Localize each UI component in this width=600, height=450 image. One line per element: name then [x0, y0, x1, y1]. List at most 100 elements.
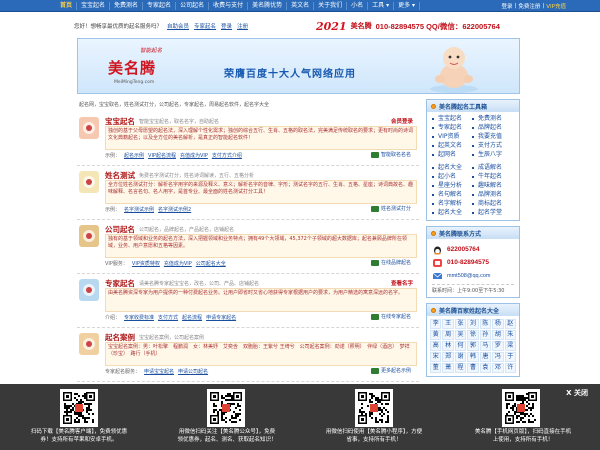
toolbox-link[interactable]: VIP资质	[432, 133, 475, 141]
surname-link[interactable]: 徐	[467, 330, 479, 340]
contact-phone[interactable]: 010-82894575	[432, 256, 514, 269]
nav-item-6[interactable]: 美名腾优势	[248, 2, 288, 10]
service-link[interactable]: 名字测试示例	[124, 206, 154, 213]
toolbox-link[interactable]: 商标起名	[472, 200, 515, 208]
toolbox-link[interactable]: 起英文名	[432, 142, 475, 150]
overlay-close-button[interactable]: X 关闭	[566, 388, 588, 398]
toolbox-link[interactable]: 品牌起名	[472, 124, 515, 132]
nav-item-0[interactable]: 首页	[56, 2, 78, 10]
toolbox-link[interactable]: 我要充值	[472, 133, 515, 141]
service-link[interactable]: 支付方式	[158, 314, 178, 321]
surname-link[interactable]: 杨	[492, 319, 504, 329]
surname-link[interactable]: 胡	[492, 330, 504, 340]
service-go-button[interactable]: 在线品牌起名	[370, 259, 411, 266]
surname-link[interactable]: 程	[454, 363, 467, 373]
surname-link[interactable]: 袁	[479, 363, 492, 373]
surname-link[interactable]: 黄	[430, 330, 442, 340]
surname-link[interactable]: 刘	[467, 319, 479, 329]
surname-link[interactable]: 马	[479, 341, 492, 351]
nav-item-2[interactable]: 免费测名	[110, 2, 144, 10]
service-link[interactable]: 公司起名大全	[196, 260, 226, 267]
nav-item-5[interactable]: 收费与支付	[209, 2, 249, 10]
nav-item-11[interactable]: 更多 ▾	[394, 2, 420, 10]
toolbox-link[interactable]: 起名大全	[432, 164, 475, 172]
surname-link[interactable]: 唐	[479, 352, 492, 362]
service-link[interactable]: VIP起名流程	[148, 152, 176, 159]
service-action-link[interactable]: 会员登录	[391, 117, 413, 125]
welcome-login-link[interactable]: 登录	[221, 22, 232, 30]
surname-link[interactable]: 郑	[442, 352, 454, 362]
surname-link[interactable]: 冯	[492, 352, 504, 362]
service-link[interactable]: 充值成为VIP	[164, 260, 192, 267]
surname-link[interactable]: 李	[430, 319, 442, 329]
surname-link[interactable]: 王	[442, 319, 454, 329]
service-link[interactable]: 名字测试示例2	[158, 206, 191, 213]
toolbox-link[interactable]: 免费测名	[472, 115, 515, 123]
service-link[interactable]: 专家收费标准	[124, 314, 154, 321]
expert-naming-link[interactable]: 专家起名	[194, 22, 216, 30]
service-link[interactable]: 起名流程	[182, 314, 202, 321]
toolbox-link[interactable]: 起名大全	[432, 209, 475, 217]
service-icon[interactable]	[79, 171, 99, 193]
vip-recharge-link[interactable]: VIP充值	[546, 2, 566, 10]
nav-item-4[interactable]: 公司起名	[176, 2, 210, 10]
contact-email[interactable]: mmt508@qq.com	[432, 269, 514, 282]
service-icon[interactable]	[79, 225, 99, 247]
toolbox-link[interactable]: 起网名	[432, 151, 475, 159]
service-go-button[interactable]: 智能取名名名	[370, 151, 411, 158]
service-link[interactable]: 起名示例	[124, 152, 144, 159]
nav-item-3[interactable]: 专家起名	[143, 2, 177, 10]
toolbox-link[interactable]: 成语解名	[472, 164, 515, 172]
hero-banner[interactable]: 智能起名 美名腾 MeiMingTeng.com 荣膺百度十大人气网络应用	[77, 38, 520, 94]
toolbox-link[interactable]: 宝宝起名	[432, 115, 475, 123]
service-icon[interactable]	[79, 117, 99, 139]
surname-link[interactable]: 韩	[467, 352, 479, 362]
contact-qq[interactable]: 622005764	[432, 243, 514, 256]
surname-link[interactable]: 高	[430, 341, 442, 351]
self-service-member-link[interactable]: 自助会员	[167, 22, 189, 30]
toolbox-link[interactable]: 牛年起名	[472, 173, 515, 181]
service-link[interactable]: VIP资质特权	[132, 260, 160, 267]
service-link[interactable]: 申请宝宝起名	[144, 368, 174, 375]
toolbox-link[interactable]: 专家起名	[432, 124, 475, 132]
nav-item-9[interactable]: 小名	[347, 2, 369, 10]
nav-item-7[interactable]: 英文名	[287, 2, 315, 10]
surname-link[interactable]: 罗	[492, 341, 504, 351]
site-logo[interactable]: 智能起名 美名腾 MeiMingTeng.com	[108, 45, 198, 89]
service-link[interactable]: 申请公司起名	[178, 368, 208, 375]
service-icon[interactable]	[79, 333, 99, 355]
surname-link[interactable]: 于	[504, 352, 516, 362]
surname-link[interactable]: 梁	[504, 341, 516, 351]
toolbox-link[interactable]: 起小名	[432, 173, 475, 181]
service-go-button[interactable]: 姓名测试打分	[370, 205, 411, 212]
surname-link[interactable]: 宋	[430, 352, 442, 362]
surname-link[interactable]: 董	[430, 363, 442, 373]
toolbox-link[interactable]: 生辰八字	[472, 151, 515, 159]
surname-link[interactable]: 曹	[467, 363, 479, 373]
surname-link[interactable]: 郭	[467, 341, 479, 351]
surname-link[interactable]: 谢	[454, 352, 467, 362]
service-go-button[interactable]: 更多起名示例	[370, 367, 411, 374]
service-go-button[interactable]: 在线专家起名	[370, 313, 411, 320]
service-action-link[interactable]: 查看名字	[391, 279, 413, 287]
surname-link[interactable]: 周	[442, 330, 454, 340]
surname-link[interactable]: 孙	[479, 330, 492, 340]
service-link[interactable]: 申请专家起名	[206, 314, 236, 321]
surname-link[interactable]: 许	[504, 363, 516, 373]
toolbox-link[interactable]: 品牌测名	[472, 191, 515, 199]
toolbox-link[interactable]: 名字解析	[432, 200, 475, 208]
surname-link[interactable]: 张	[454, 319, 467, 329]
service-link[interactable]: 支付方式介绍	[212, 152, 242, 159]
nav-item-8[interactable]: 关于我们	[314, 2, 348, 10]
register-link[interactable]: 免费注册	[518, 2, 540, 10]
surname-link[interactable]: 陈	[479, 319, 492, 329]
nav-item-10[interactable]: 工具 ▾	[368, 2, 395, 10]
welcome-register-link[interactable]: 注册	[237, 22, 248, 30]
surname-link[interactable]: 吴	[454, 330, 467, 340]
login-link[interactable]: 登录	[502, 2, 513, 10]
surname-link[interactable]: 林	[442, 341, 454, 351]
toolbox-link[interactable]: 起名学堂	[472, 209, 515, 217]
surname-link[interactable]: 赵	[504, 319, 516, 329]
nav-item-1[interactable]: 宝宝起名	[77, 2, 111, 10]
surname-link[interactable]: 邓	[492, 363, 504, 373]
